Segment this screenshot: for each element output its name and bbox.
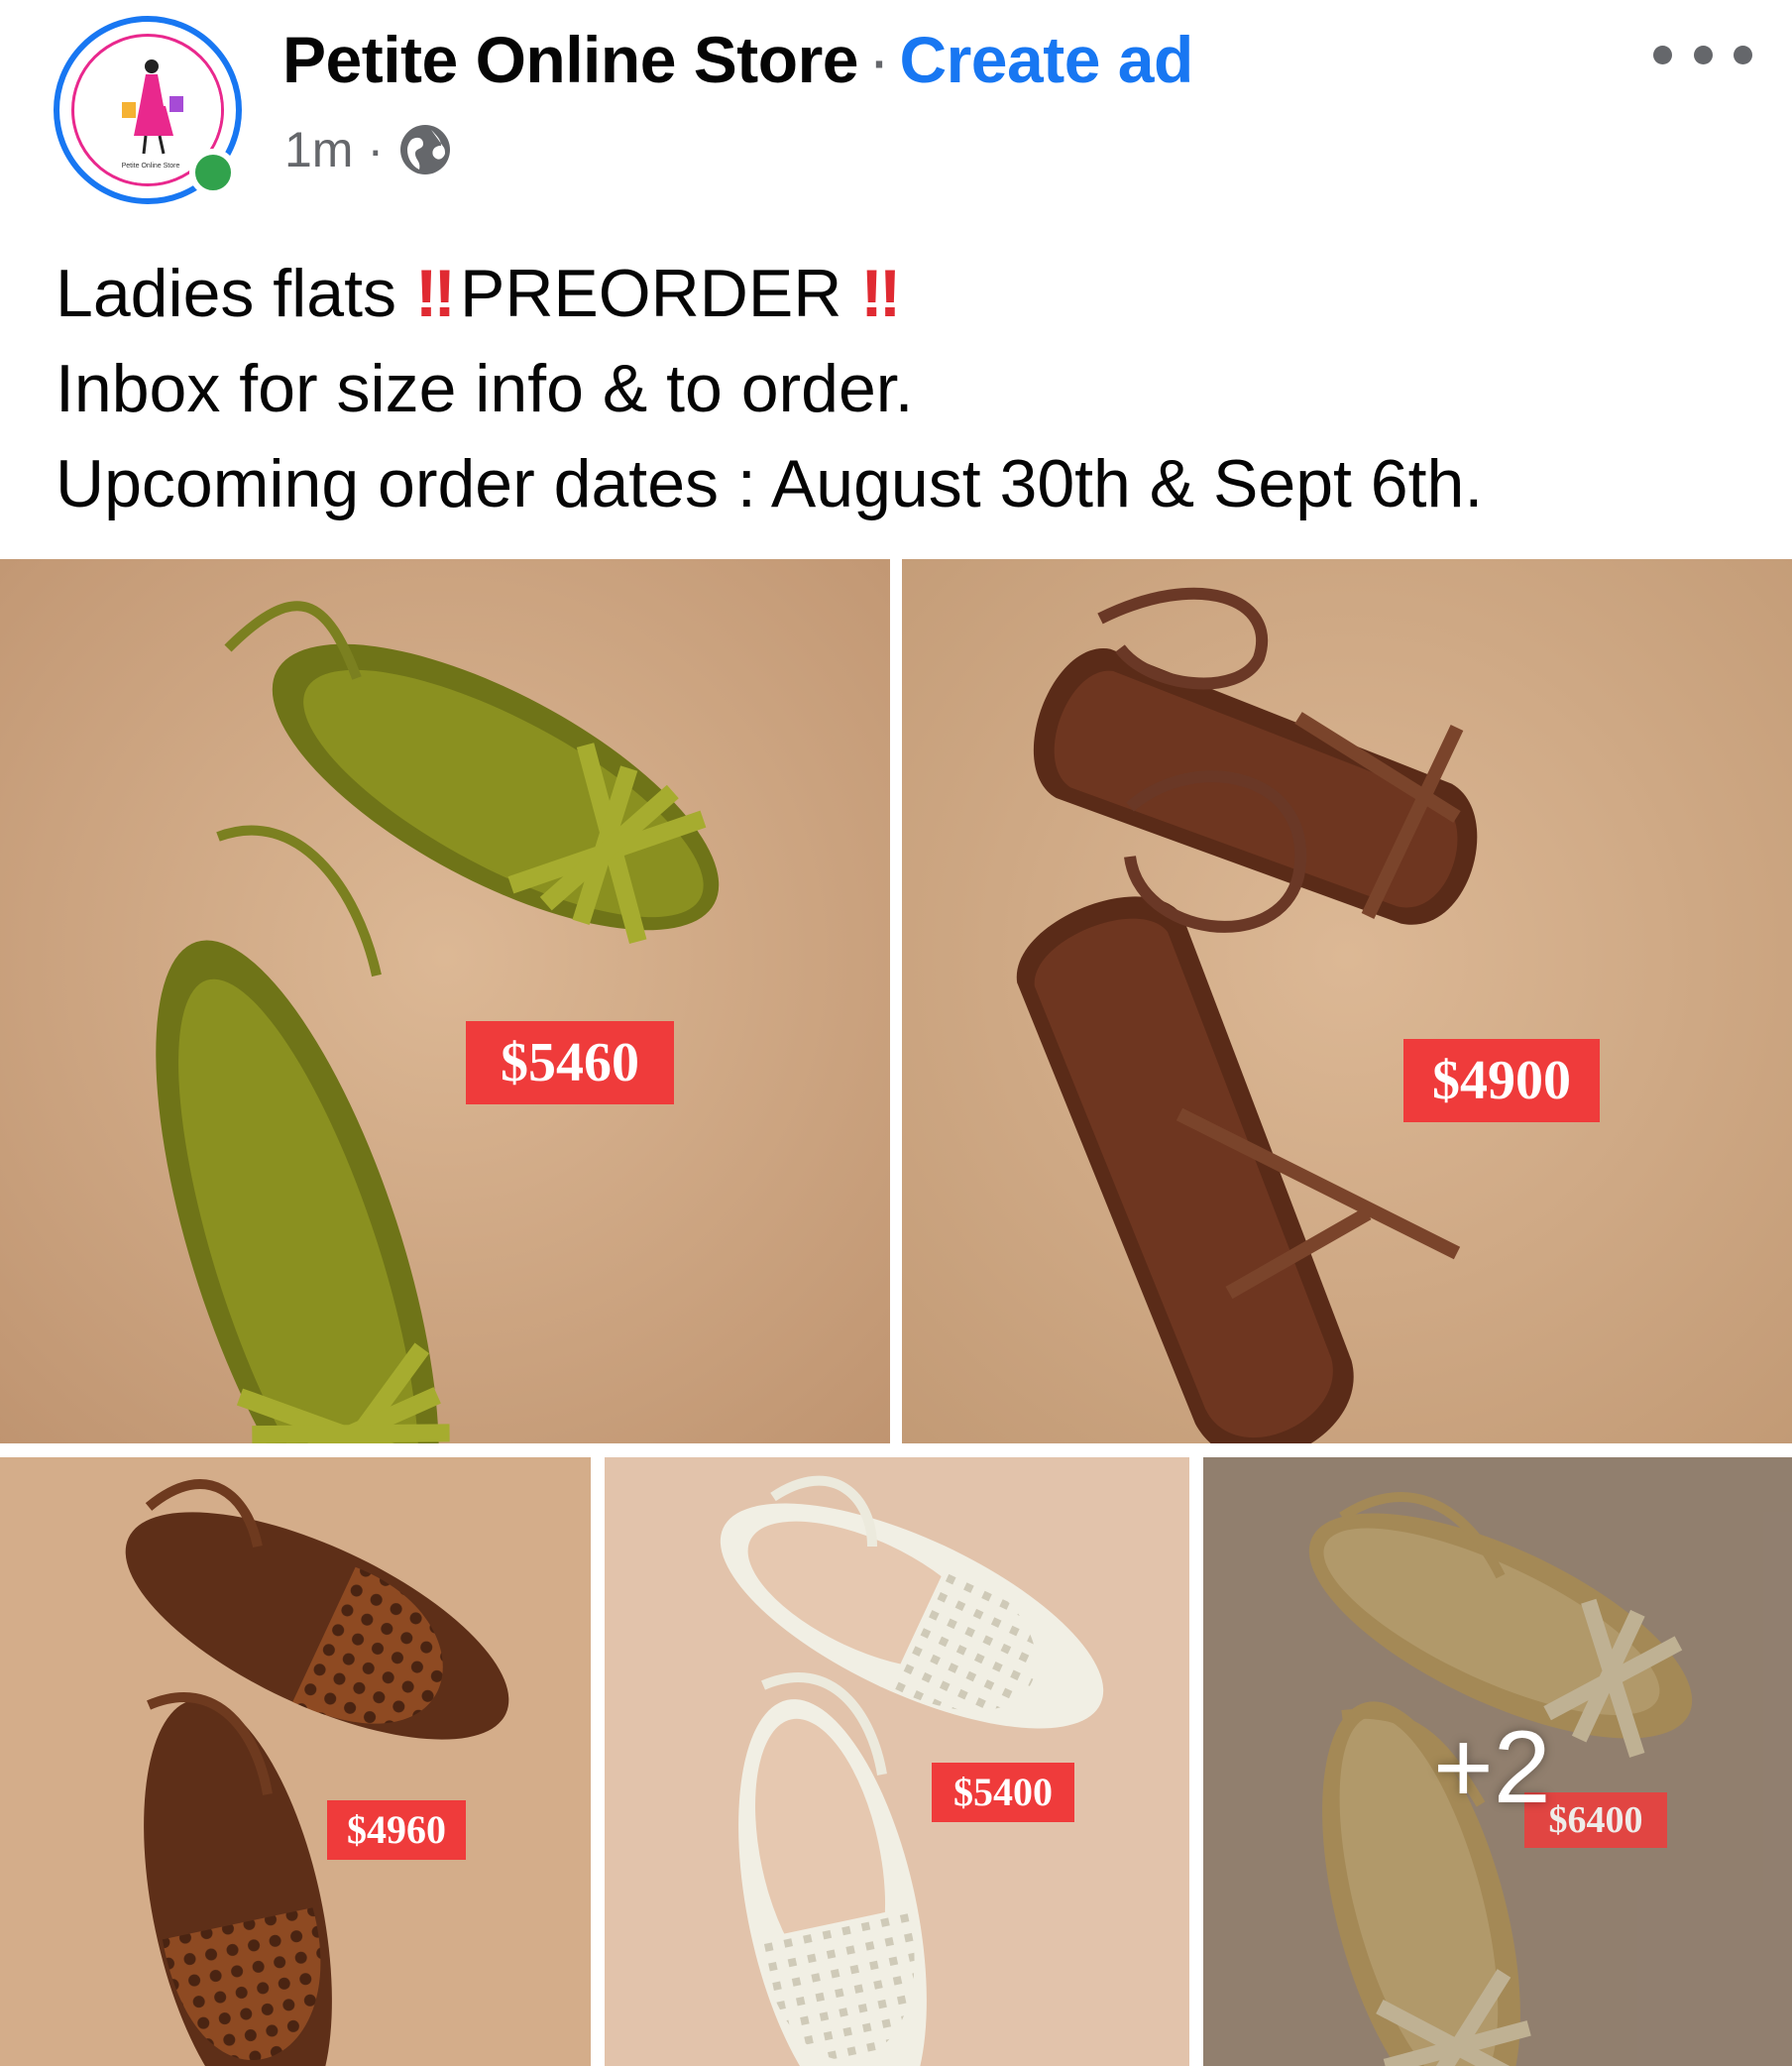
page-name[interactable]: Petite Online Store [282, 23, 858, 96]
post-caption: Ladies flats ‼ PREORDER ‼ Inbox for size … [56, 246, 1760, 531]
caption-line-2: Inbox for size info & to order. [56, 351, 914, 426]
more-options-button[interactable] [1653, 30, 1752, 79]
price-tag: $5400 [932, 1763, 1074, 1822]
white-woven-flats-image [605, 1457, 1189, 2066]
title-separator: · [867, 23, 890, 96]
meta-separator: · [367, 122, 385, 177]
post-time[interactable]: 1m [284, 121, 353, 178]
price-tag: $5460 [466, 1021, 674, 1104]
caption-line-3: Upcoming order dates : August 30th & Sep… [56, 446, 1484, 521]
photo-olive-sandals[interactable]: $5460 [0, 559, 890, 1443]
more-photos-count[interactable]: +2 [1433, 1709, 1551, 1827]
post-header: Petite Online Store Petite Online Store ·… [0, 0, 1792, 218]
caption-text-preorder: PREORDER [459, 256, 842, 331]
photo-tan-woven-flats[interactable]: $4960 [0, 1457, 591, 2066]
caption-line-1: Ladies flats ‼ PREORDER ‼ [56, 246, 1760, 341]
svg-text:Petite Online Store: Petite Online Store [122, 163, 180, 170]
olive-sandals-image [0, 559, 890, 1443]
tan-woven-flats-image [0, 1457, 591, 2066]
double-exclamation-emoji: ‼ [414, 256, 456, 331]
post-meta: 1m · [284, 121, 453, 178]
price-tag: $4900 [1403, 1039, 1600, 1122]
more-dot [1734, 45, 1752, 64]
post-title-line: Petite Online Store · Create ad [282, 22, 1193, 97]
create-ad-link[interactable]: Create ad [899, 23, 1193, 96]
caption-text-ladies-flats: Ladies flats [56, 256, 396, 331]
brown-sandals-image [902, 559, 1792, 1443]
online-status-dot [189, 149, 237, 196]
photo-gold-sandals-more[interactable]: $6400 +2 [1203, 1457, 1792, 2066]
more-dot [1653, 45, 1672, 64]
photo-brown-sandals[interactable]: $4900 [902, 559, 1792, 1443]
double-exclamation-emoji: ‼ [860, 256, 901, 331]
globe-icon [400, 125, 451, 174]
price-tag: $4960 [327, 1800, 466, 1860]
more-dot [1693, 45, 1713, 64]
photo-white-woven-flats[interactable]: $5400 [605, 1457, 1189, 2066]
